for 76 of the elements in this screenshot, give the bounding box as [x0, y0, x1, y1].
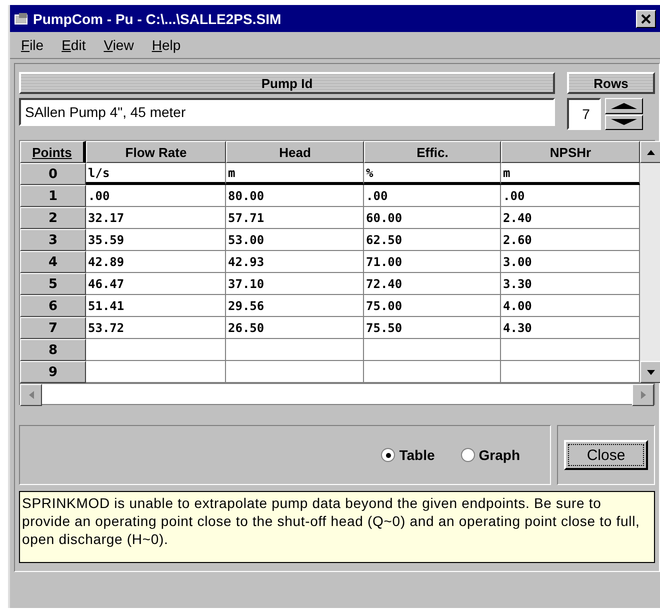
pump-id-field[interactable]: SAllen Pump 4", 45 meter	[19, 98, 555, 126]
table-cell[interactable]: 46.47	[86, 273, 226, 295]
table-cell[interactable]: .00	[501, 185, 640, 207]
table-cell[interactable]: .00	[86, 185, 226, 207]
table-cell[interactable]	[86, 361, 226, 383]
table-cell[interactable]	[501, 339, 640, 361]
table-cell[interactable]: 57.71	[226, 207, 364, 229]
row-header[interactable]: 8	[20, 339, 86, 361]
row-header[interactable]: 0	[20, 163, 86, 185]
table-cell[interactable]: 26.50	[226, 317, 364, 339]
table-cell[interactable]	[226, 339, 364, 361]
table-cell[interactable]: 2.40	[501, 207, 640, 229]
table-cell[interactable]: l/s	[86, 163, 226, 185]
table-cell[interactable]: 80.00	[226, 185, 364, 207]
row-header[interactable]: 3	[20, 229, 86, 251]
pump-id-header: Pump Id	[19, 72, 555, 94]
table-cell[interactable]: 75.50	[364, 317, 501, 339]
table-cell[interactable]: 42.93	[226, 251, 364, 273]
table-cell[interactable]: 3.30	[501, 273, 640, 295]
table-cell[interactable]	[364, 339, 501, 361]
table-cell[interactable]: %	[364, 163, 501, 185]
table-cell[interactable]: 53.72	[86, 317, 226, 339]
row-header[interactable]: 7	[20, 317, 86, 339]
close-icon[interactable]	[636, 10, 656, 28]
view-radio[interactable]: Graph	[460, 447, 520, 463]
table-cell[interactable]: 60.00	[364, 207, 501, 229]
close-button[interactable]: Close	[564, 440, 648, 470]
menu-item[interactable]: View	[96, 37, 141, 53]
row-header[interactable]: 2	[20, 207, 86, 229]
table-cell[interactable]: 4.30	[501, 317, 640, 339]
table-cell[interactable]: 4.00	[501, 295, 640, 317]
view-radio[interactable]: Table	[381, 447, 435, 463]
table-cell[interactable]: .00	[364, 185, 501, 207]
table-cell[interactable]: 62.50	[364, 229, 501, 251]
table-cell[interactable]: m	[226, 163, 364, 185]
scroll-up-icon[interactable]	[640, 141, 660, 163]
row-header[interactable]: 5	[20, 273, 86, 295]
column-header[interactable]: Head	[226, 141, 364, 163]
column-header[interactable]: Flow Rate	[86, 141, 226, 163]
table-cell[interactable]: 71.00	[364, 251, 501, 273]
table-cell[interactable]: 72.40	[364, 273, 501, 295]
vertical-scrollbar[interactable]	[640, 141, 660, 383]
scroll-right-icon[interactable]	[632, 384, 654, 406]
table-cell[interactable]: 29.56	[226, 295, 364, 317]
horizontal-scrollbar[interactable]	[20, 383, 654, 404]
rows-header: Rows	[567, 72, 655, 94]
menu-item[interactable]: Help	[144, 37, 188, 53]
table-cell[interactable]: 37.10	[226, 273, 364, 295]
table-cell[interactable]: 3.00	[501, 251, 640, 273]
table-cell[interactable]: 51.41	[86, 295, 226, 317]
table-cell[interactable]: 75.00	[364, 295, 501, 317]
table-cell[interactable]	[226, 361, 364, 383]
column-header[interactable]: Effic.	[364, 141, 501, 163]
rows-field[interactable]: 7	[567, 98, 601, 130]
table-cell[interactable]: 53.00	[226, 229, 364, 251]
scroll-left-icon[interactable]	[20, 384, 42, 406]
menu-item[interactable]: File	[14, 37, 51, 53]
menu-item[interactable]: Edit	[54, 37, 93, 53]
window-title: PumpCom - Pu - C:\...\SALLE2PS.SIM	[33, 10, 282, 26]
table-cell[interactable]: 42.89	[86, 251, 226, 273]
column-header[interactable]: NPSHr	[501, 141, 640, 163]
window-icon	[14, 12, 28, 24]
table-cell[interactable]: 32.17	[86, 207, 226, 229]
info-message: SPRINKMOD is unable to extrapolate pump data beyond the given endpoints. Be sure to provide an operating point close to the shut-off head (Q~0) and an operating point close to full, open discharge (H~0).	[19, 491, 655, 563]
table-cell[interactable]: m	[501, 163, 640, 185]
table-cell[interactable]	[364, 361, 501, 383]
table-cell[interactable]: 35.59	[86, 229, 226, 251]
row-header[interactable]: 1	[20, 185, 86, 207]
row-header[interactable]: 4	[20, 251, 86, 273]
scroll-down-icon[interactable]	[640, 361, 660, 383]
table-cell[interactable]: 2.60	[501, 229, 640, 251]
row-header[interactable]: 9	[20, 361, 86, 383]
table-cell[interactable]	[86, 339, 226, 361]
column-header[interactable]: Points	[20, 141, 86, 163]
table-cell[interactable]	[501, 361, 640, 383]
row-header[interactable]: 6	[20, 295, 86, 317]
